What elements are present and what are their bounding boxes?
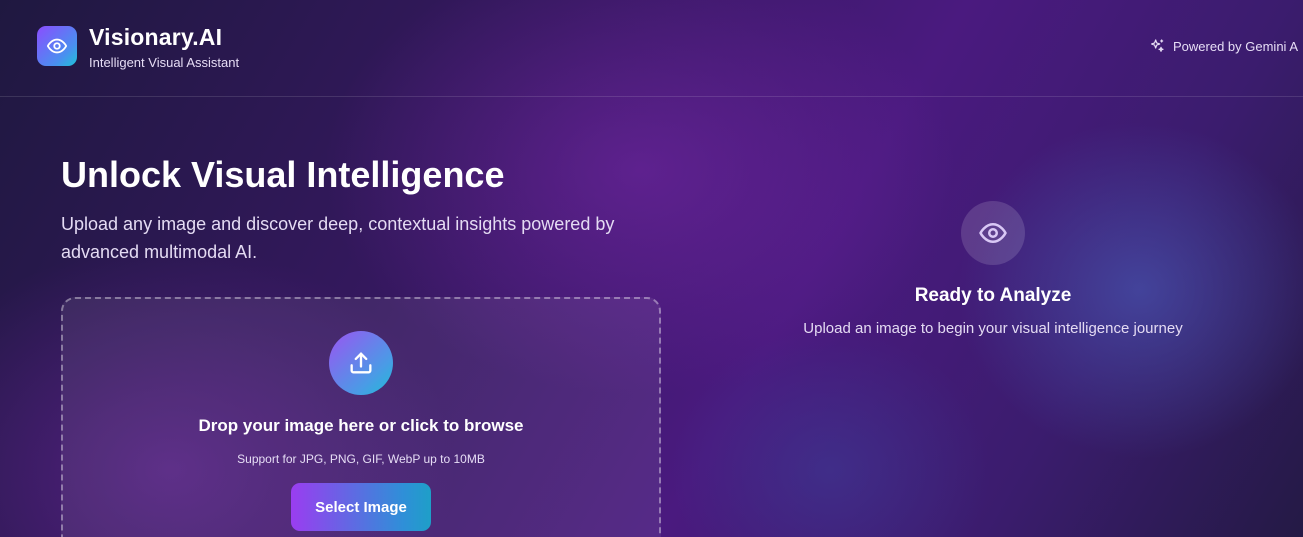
app-header: Visionary.AI Intelligent Visual Assistan… — [0, 0, 1303, 97]
upload-icon — [350, 352, 372, 374]
eye-icon — [46, 38, 68, 54]
powered-by-badge: Powered by Gemini A — [1149, 38, 1298, 54]
image-dropzone[interactable]: Drop your image here or click to browse … — [61, 297, 661, 537]
sparkles-icon — [1151, 39, 1164, 52]
analysis-status-title: Ready to Analyze — [914, 285, 1072, 306]
eye-icon — [979, 223, 1007, 243]
dropzone-title: Drop your image here or click to browse — [198, 416, 524, 435]
app-tagline: Intelligent Visual Assistant — [89, 55, 240, 70]
hero-description: Upload any image and discover deep, cont… — [61, 214, 615, 262]
select-image-button[interactable]: Select Image — [291, 483, 431, 531]
upload-icon-circle — [329, 331, 393, 395]
powered-by-text: Powered by Gemini A — [1173, 38, 1299, 54]
analysis-status-description: Upload an image to begin your visual int… — [803, 320, 1183, 337]
app-title: Visionary.AI — [89, 24, 223, 50]
hero-title: Unlock Visual Intelligence — [61, 154, 505, 195]
analysis-icon-circle — [961, 201, 1025, 265]
app-logo[interactable] — [37, 26, 77, 66]
dropzone-support-text: Support for JPG, PNG, GIF, WebP up to 10… — [237, 452, 485, 466]
